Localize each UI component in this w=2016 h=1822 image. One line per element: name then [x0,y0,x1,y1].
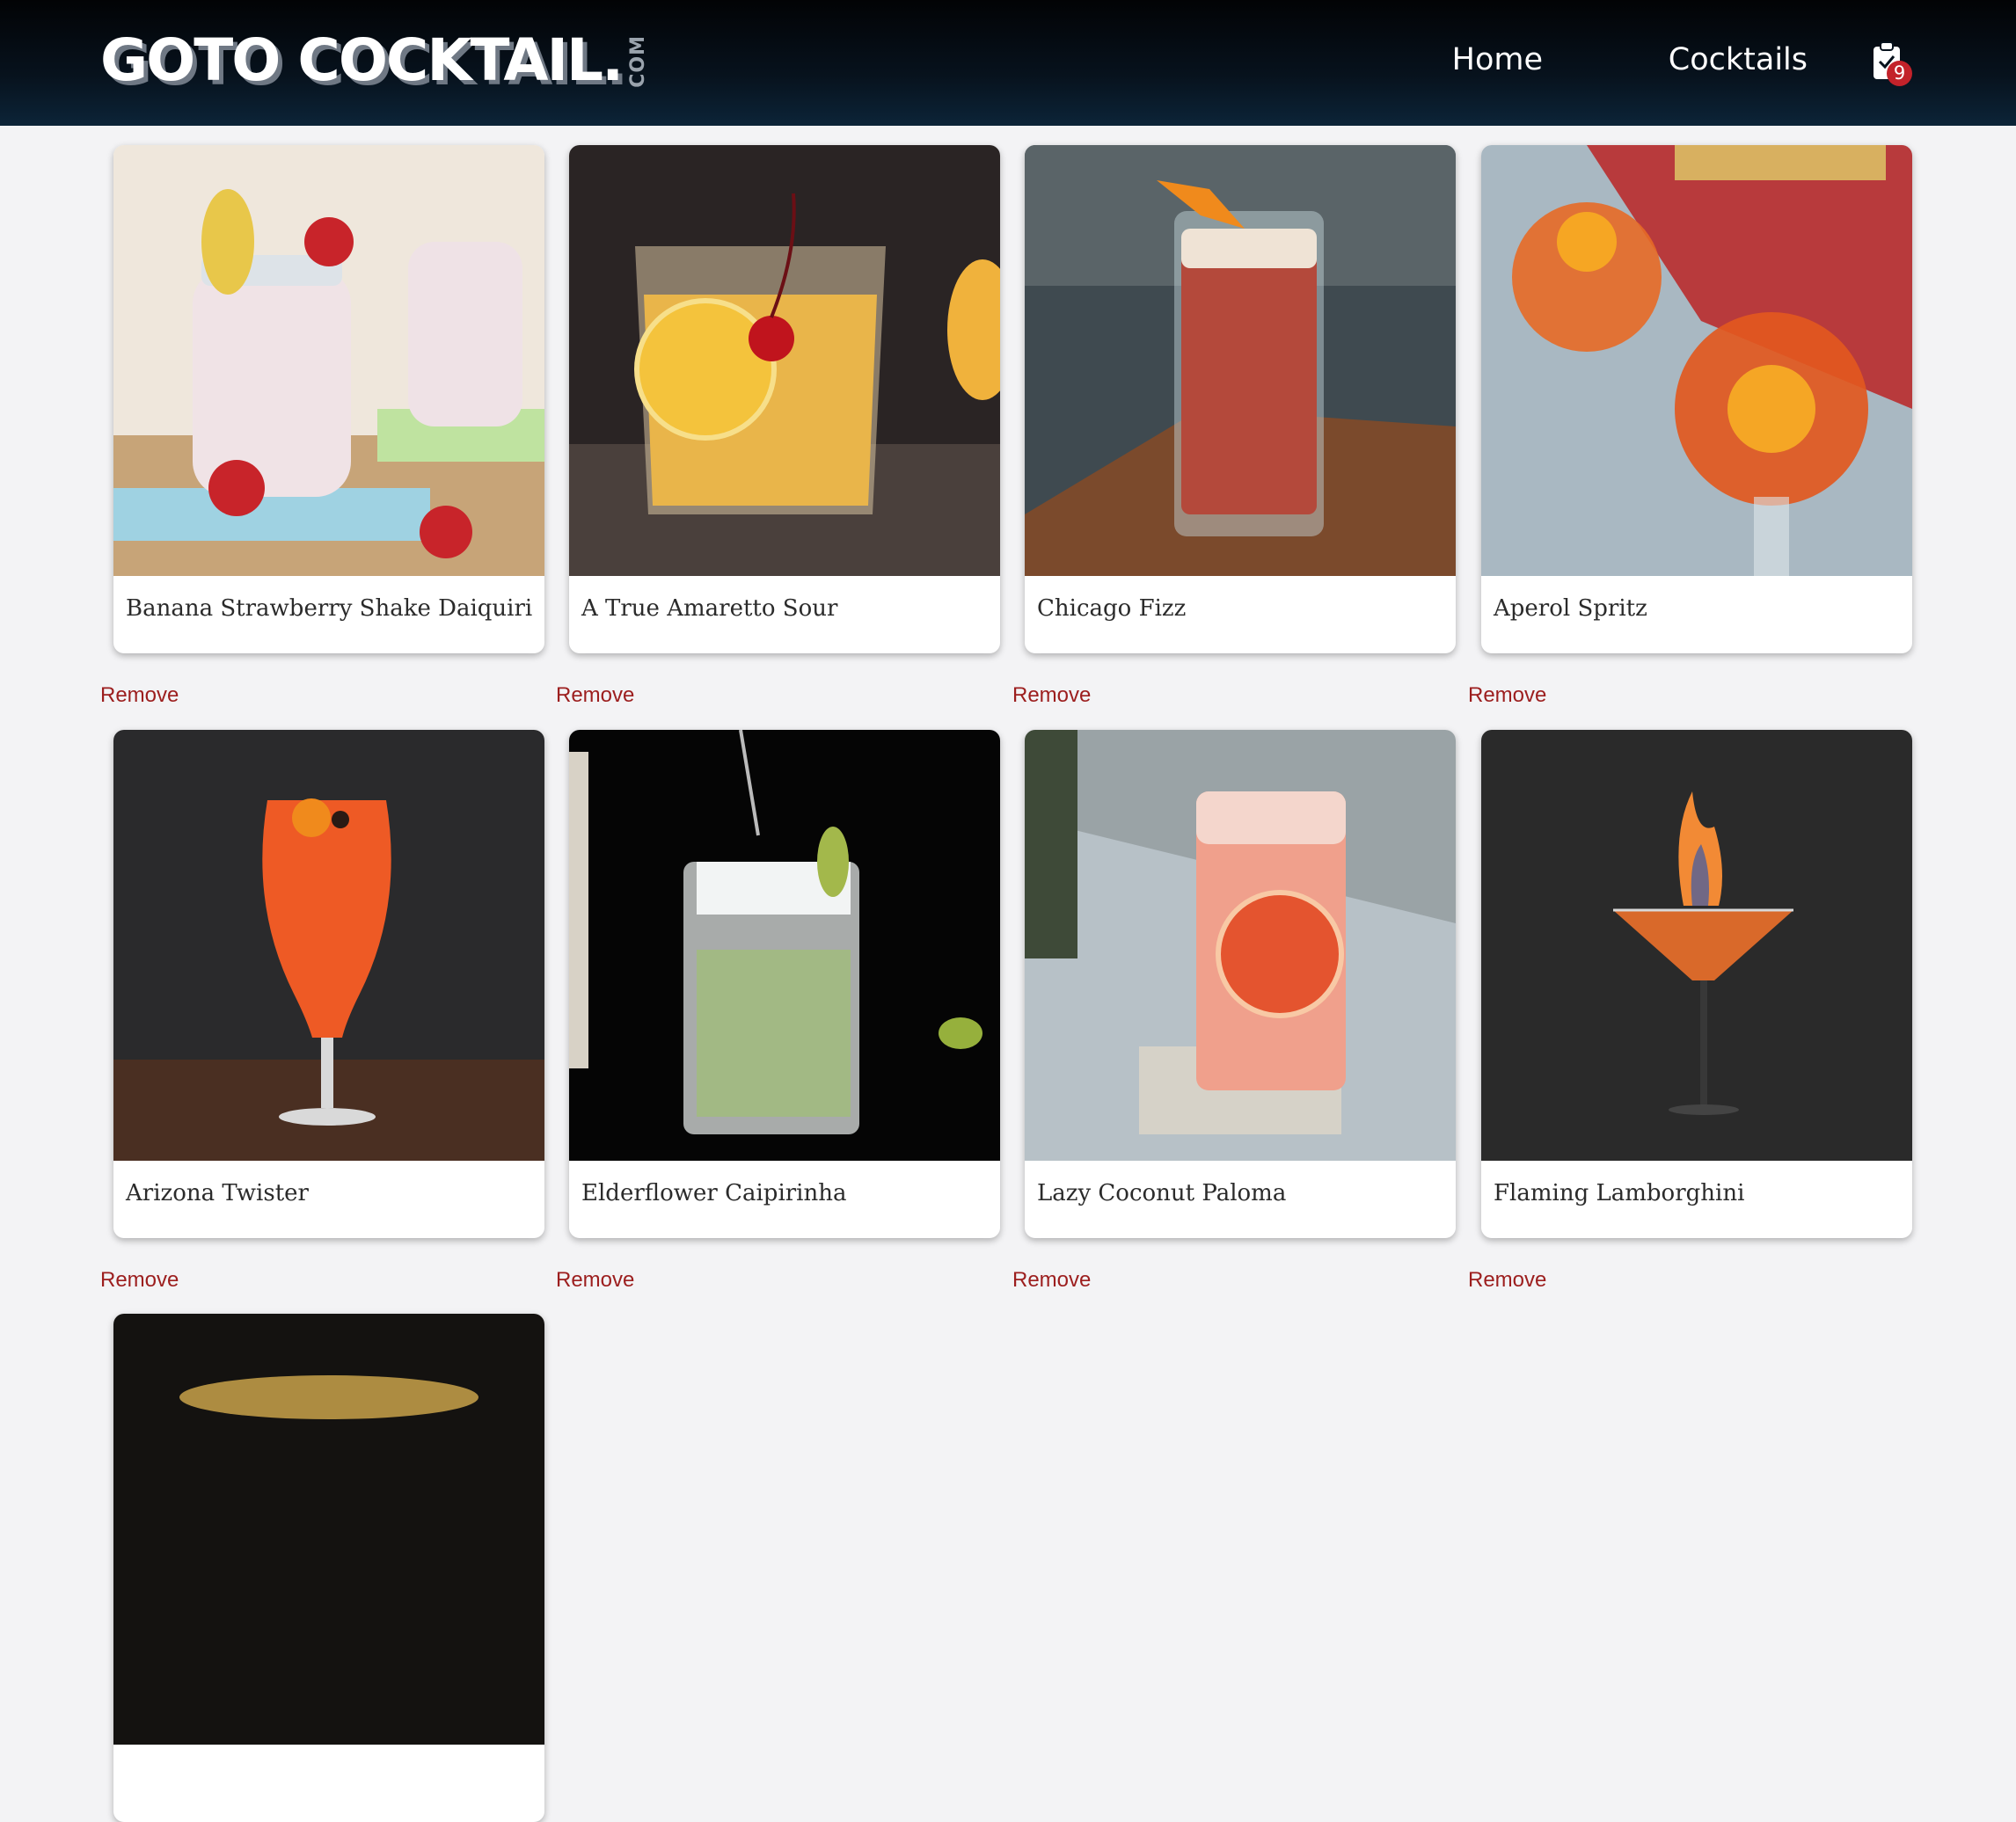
cocktail-photo [113,730,544,1161]
remove-button[interactable]: Remove [1468,683,1546,708]
cocktail-card[interactable] [113,1314,544,1822]
cocktail-photo [569,145,1000,576]
cocktail-card[interactable]: Lazy Coconut Paloma [1025,730,1456,1238]
cocktail-photo [1481,730,1912,1161]
site-header: GOTO COCKTAIL. COM Home Cocktails 9 [0,0,2016,126]
cocktail-photo [1025,145,1456,576]
cocktail-photo [569,730,1000,1161]
remove-button[interactable]: Remove [556,683,634,708]
cocktail-name: Chicago Fizz [1037,595,1187,622]
cocktail-card[interactable]: Chicago Fizz [1025,145,1456,653]
logo-text: GOTO COCKTAIL. [100,26,624,94]
remove-button[interactable]: Remove [556,1268,634,1293]
cocktail-photo [1025,730,1456,1161]
cocktail-photo [113,145,544,576]
remove-button[interactable]: Remove [1012,683,1091,708]
cart-count-badge: 9 [1887,61,1912,86]
cocktail-card[interactable]: Arizona Twister [113,730,544,1238]
cart-button[interactable]: 9 [1872,40,1914,88]
cocktail-card[interactable]: Banana Strawberry Shake Daiquiri [113,145,544,653]
cocktail-card[interactable]: A True Amaretto Sour [569,145,1000,653]
nav-home[interactable]: Home [1452,42,1543,77]
cocktail-name: Flaming Lamborghini [1494,1180,1745,1206]
remove-button[interactable]: Remove [100,683,179,708]
cocktail-card[interactable]: Aperol Spritz [1481,145,1912,653]
cocktail-name: A True Amaretto Sour [581,595,838,622]
cocktail-name: Elderflower Caipirinha [581,1180,847,1206]
remove-button[interactable]: Remove [1468,1268,1546,1293]
cocktail-name: Lazy Coconut Paloma [1037,1180,1287,1206]
cocktail-card[interactable]: Flaming Lamborghini [1481,730,1912,1238]
cocktail-photo [113,1314,544,1745]
cocktail-name: Arizona Twister [126,1180,309,1206]
remove-button[interactable]: Remove [1012,1268,1091,1293]
nav-cocktails[interactable]: Cocktails [1669,42,1808,77]
remove-button[interactable]: Remove [100,1268,179,1293]
cocktail-name: Aperol Spritz [1494,595,1647,622]
logo-suffix: COM [627,35,650,88]
cocktail-name: Banana Strawberry Shake Daiquiri [126,595,533,622]
cocktail-photo [1481,145,1912,576]
cocktail-card[interactable]: Elderflower Caipirinha [569,730,1000,1238]
site-logo[interactable]: GOTO COCKTAIL. COM [100,28,649,93]
